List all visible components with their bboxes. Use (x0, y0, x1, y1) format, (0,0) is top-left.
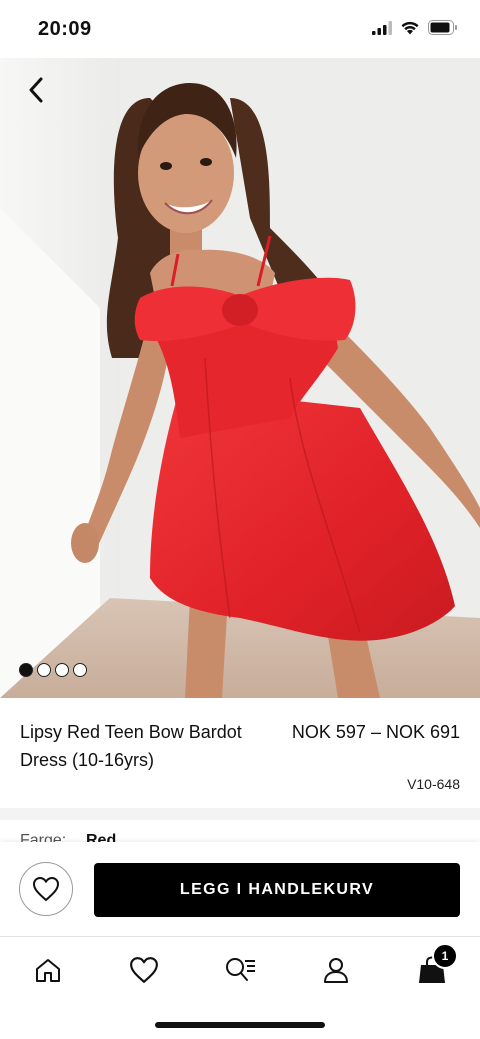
account-icon (324, 958, 348, 983)
status-icons (372, 20, 458, 35)
pager-dot[interactable] (37, 663, 51, 677)
tab-account[interactable] (316, 953, 356, 987)
chevron-left-icon (29, 77, 43, 103)
section-divider (0, 808, 480, 820)
tab-bag[interactable]: 1 (412, 943, 458, 987)
product-price: NOK 597 – NOK 691 (291, 722, 460, 742)
battery-icon (428, 20, 457, 35)
home-indicator[interactable] (155, 1022, 325, 1028)
pager-dot[interactable] (55, 663, 69, 677)
back-button[interactable] (20, 74, 52, 106)
heart-icon (130, 957, 158, 983)
home-icon (36, 959, 60, 982)
bag-count-badge: 1 (432, 943, 458, 969)
wishlist-button[interactable] (19, 862, 73, 916)
tab-home[interactable] (28, 953, 68, 987)
pager-dot[interactable] (73, 663, 87, 677)
add-to-bag-button[interactable]: LEGG I HANDLEKURV (94, 863, 460, 917)
product-title: Lipsy Red Teen Bow Bardot Dress (10-16yr… (20, 722, 242, 770)
pager-dot-active[interactable] (19, 663, 33, 677)
product-info: Lipsy Red Teen Bow Bardot Dress (10-16yr… (0, 698, 480, 808)
search-list-icon (226, 958, 255, 981)
tab-wishlist[interactable] (124, 953, 164, 987)
wifi-icon (401, 21, 419, 35)
signal-icon (372, 20, 392, 35)
image-pager (19, 663, 87, 677)
status-time: 20:09 (38, 18, 92, 40)
action-bar: LEGG I HANDLEKURV (0, 842, 480, 936)
product-image[interactable] (0, 58, 480, 698)
heart-icon (33, 877, 59, 901)
status-bar: 20:09 (0, 0, 480, 58)
tab-search[interactable] (220, 953, 260, 987)
product-code: V10-648 (407, 776, 460, 792)
product-photo (0, 58, 480, 698)
